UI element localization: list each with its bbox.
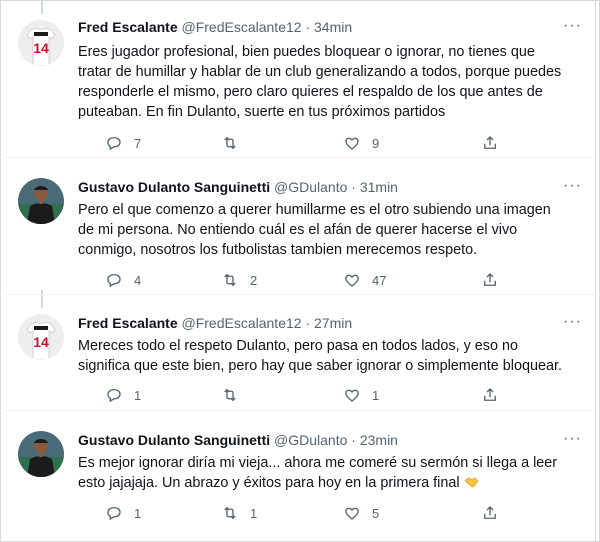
retweet-button[interactable] xyxy=(221,386,250,404)
separator-dot: · xyxy=(305,315,311,331)
divider xyxy=(0,410,600,411)
action-bar: 7 9 xyxy=(78,134,538,154)
more-icon[interactable]: ··· xyxy=(563,431,582,447)
retweet-icon xyxy=(224,273,236,287)
avatar[interactable] xyxy=(18,431,64,477)
reply-icon xyxy=(107,137,121,151)
tweet-header: Gustavo Dulanto Sanguinetti @GDulanto · … xyxy=(78,178,398,196)
tweet-header: Fred Escalante @FredEscalante12 · 27min xyxy=(78,314,352,332)
action-bar: 1 1 xyxy=(78,386,538,406)
reply-button[interactable]: 7 xyxy=(105,134,141,152)
like-count: 5 xyxy=(372,505,380,521)
like-count: 9 xyxy=(372,135,380,151)
separator-dot: · xyxy=(351,179,356,195)
reply-icon xyxy=(107,389,121,403)
tweet[interactable]: 14 Fred Escalante @FredEscalante12 · 34m… xyxy=(0,18,600,153)
svg-text:14: 14 xyxy=(33,334,49,350)
like-count: 1 xyxy=(372,387,380,403)
like-icon xyxy=(345,137,359,150)
retweet-count: 2 xyxy=(250,272,258,288)
share-icon xyxy=(484,388,496,401)
like-button[interactable]: 5 xyxy=(343,504,379,522)
author-name[interactable]: Fred Escalante xyxy=(78,19,178,35)
timestamp[interactable]: 31min xyxy=(360,179,398,195)
like-button[interactable]: 1 xyxy=(343,386,379,404)
thread-line xyxy=(41,0,43,14)
author-name[interactable]: Gustavo Dulanto Sanguinetti xyxy=(78,432,270,448)
like-icon xyxy=(345,507,359,520)
action-bar: 4 2 47 xyxy=(78,271,538,291)
reply-count: 1 xyxy=(134,387,142,403)
share-icon xyxy=(484,136,496,149)
divider xyxy=(0,157,600,158)
reply-button[interactable]: 1 xyxy=(105,386,141,404)
retweet-button[interactable] xyxy=(221,134,250,152)
share-button[interactable] xyxy=(481,271,499,289)
author-handle[interactable]: @FredEscalante12 xyxy=(182,19,302,35)
tweet-text: Eres jugador profesional, bien puedes bl… xyxy=(78,44,562,120)
like-count: 47 xyxy=(372,272,387,288)
author-handle[interactable]: @GDulanto xyxy=(274,432,347,448)
timestamp[interactable]: 23min xyxy=(360,432,398,448)
retweet-button[interactable]: 2 xyxy=(221,271,257,289)
tweet-text: Mereces todo el respeto Dulanto, pero pa… xyxy=(78,338,562,374)
retweet-icon xyxy=(224,506,236,520)
reply-button[interactable]: 4 xyxy=(105,271,141,289)
tweet-text: Es mejor ignorar diría mi vieja... ahora… xyxy=(78,455,558,491)
share-button[interactable] xyxy=(481,134,499,152)
retweet-icon xyxy=(224,136,236,150)
retweet-button[interactable]: 1 xyxy=(221,504,257,522)
like-button[interactable]: 9 xyxy=(343,134,379,152)
retweet-count: 1 xyxy=(250,505,258,521)
timestamp[interactable]: 34min xyxy=(314,19,352,35)
share-button[interactable] xyxy=(481,504,499,522)
reply-button[interactable]: 1 xyxy=(105,504,141,522)
author-name[interactable]: Fred Escalante xyxy=(78,315,178,331)
like-icon xyxy=(345,389,359,402)
reply-count: 7 xyxy=(134,135,142,151)
avatar[interactable]: 14 xyxy=(18,314,64,360)
like-button[interactable]: 47 xyxy=(343,271,386,289)
reply-count: 1 xyxy=(134,505,142,521)
like-icon xyxy=(345,274,359,287)
divider xyxy=(0,294,600,295)
tweet-text: Pero el que comenzo a querer humillarme … xyxy=(78,202,551,258)
avatar[interactable]: 14 xyxy=(18,20,64,66)
author-name[interactable]: Gustavo Dulanto Sanguinetti xyxy=(78,179,270,195)
share-icon xyxy=(484,273,496,286)
retweet-icon xyxy=(224,388,236,402)
author-handle[interactable]: @GDulanto xyxy=(274,179,347,195)
avatar[interactable] xyxy=(18,178,64,224)
tweet-header: Fred Escalante @FredEscalante12 · 34min xyxy=(78,18,352,36)
tweet[interactable]: 14 Fred Escalante @FredEscalante12 · 27m… xyxy=(0,314,600,409)
share-button[interactable] xyxy=(481,386,499,404)
svg-text:14: 14 xyxy=(33,40,49,56)
action-bar: 1 1 5 xyxy=(78,504,538,524)
more-icon[interactable]: ··· xyxy=(563,314,582,330)
timestamp[interactable]: 27min xyxy=(314,315,352,331)
reply-icon xyxy=(107,274,121,288)
tweet-header: Gustavo Dulanto Sanguinetti @GDulanto · … xyxy=(78,431,398,449)
more-icon[interactable]: ··· xyxy=(563,18,582,34)
reply-icon xyxy=(107,507,121,521)
separator-dot: · xyxy=(305,19,311,35)
tweet[interactable]: Gustavo Dulanto Sanguinetti @GDulanto · … xyxy=(0,431,600,531)
author-handle[interactable]: @FredEscalante12 xyxy=(182,315,302,331)
more-icon[interactable]: ··· xyxy=(563,178,582,194)
reply-count: 4 xyxy=(134,272,142,288)
share-icon xyxy=(484,506,496,519)
tweet[interactable]: Gustavo Dulanto Sanguinetti @GDulanto · … xyxy=(0,178,600,293)
separator-dot: · xyxy=(351,432,356,448)
handshake-emoji xyxy=(464,477,479,488)
